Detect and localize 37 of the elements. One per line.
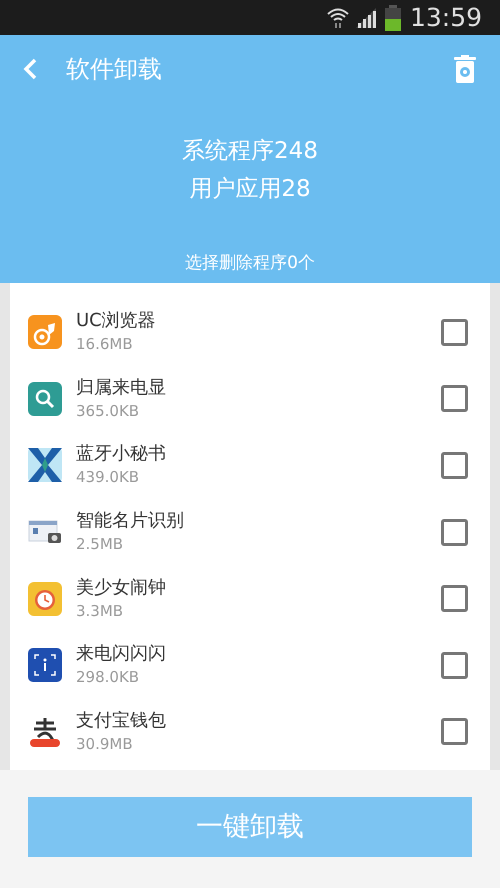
selected-count: 选择删除程序0个 [185, 252, 315, 274]
app-size: 365.0KB [76, 400, 140, 422]
signal-icon [356, 8, 378, 28]
status-time: 13:59 [410, 5, 482, 30]
page-title: 软件卸载 [66, 54, 162, 85]
user-apps-count: 用户应用28 [189, 175, 311, 204]
app-size: 30.9MB [76, 734, 134, 755]
checkbox[interactable] [441, 385, 468, 412]
checkbox[interactable] [441, 518, 468, 546]
back-icon [22, 57, 38, 81]
expand-icon [28, 648, 62, 682]
app-name: 支付宝钱包 [76, 708, 167, 733]
magnifier-icon [28, 382, 62, 416]
app-name: 美少女闹钟 [76, 576, 167, 600]
app-name: 来电闪闪闪 [76, 642, 167, 666]
wifi-icon [326, 6, 350, 28]
app-name: UC浏览器 [76, 309, 157, 334]
checkbox[interactable] [441, 652, 468, 679]
checkbox[interactable] [441, 585, 468, 612]
app-name: 蓝牙小秘书 [76, 442, 167, 466]
system-apps-count: 系统程序248 [182, 137, 318, 166]
app-size: 2.5MB [76, 534, 124, 556]
checkbox[interactable] [441, 318, 468, 346]
x-logo-icon [28, 448, 62, 482]
app-size: 3.3MB [76, 600, 124, 622]
app-size: 16.6MB [76, 334, 134, 356]
app-name: 归属来电显 [76, 376, 167, 400]
checkbox[interactable] [441, 452, 468, 479]
trash-icon [454, 55, 476, 83]
battery-icon [384, 4, 402, 30]
app-size: 298.0KB [76, 667, 140, 688]
app-name: 智能名片识别 [76, 509, 185, 534]
checkbox[interactable] [441, 718, 468, 746]
uninstall-button[interactable]: 一键卸载 [28, 797, 472, 857]
app-size: 439.0KB [76, 467, 140, 488]
alarm-clock-icon [28, 582, 62, 616]
squirrel-icon [28, 315, 62, 350]
